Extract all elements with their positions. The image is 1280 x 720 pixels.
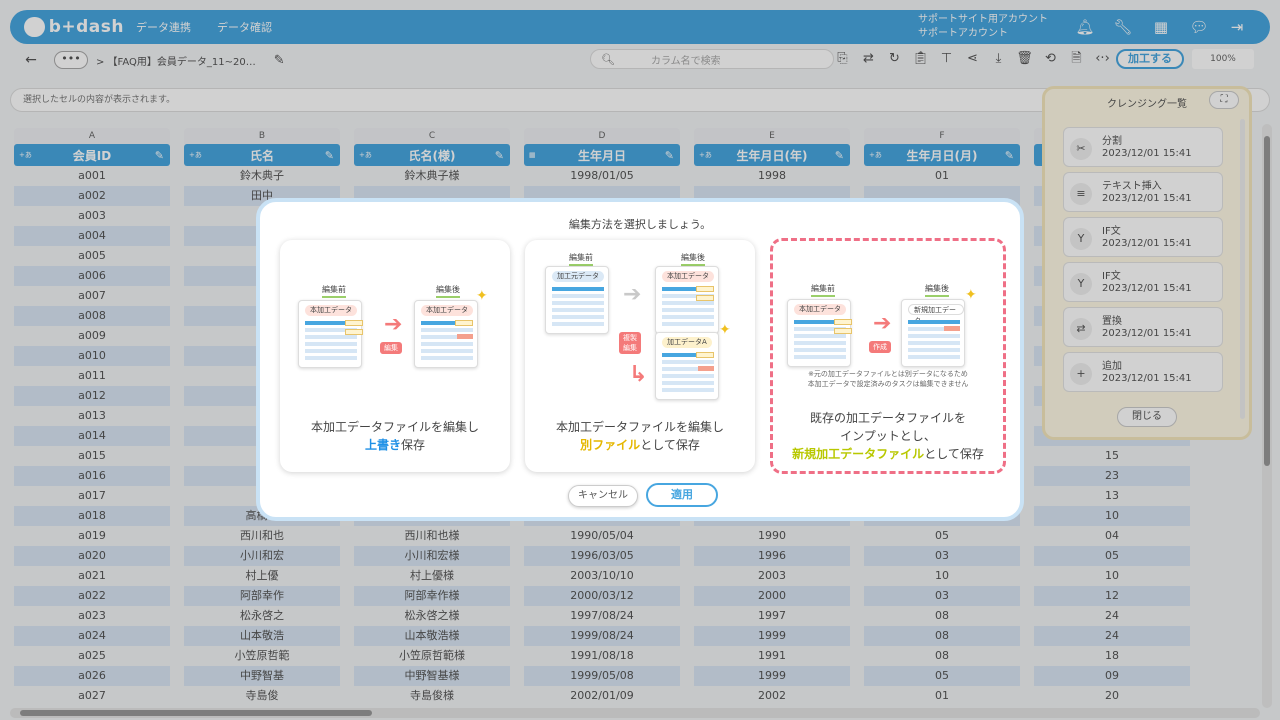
caption-line: 上書き保存 <box>280 436 510 454</box>
caption-highlight: 上書き <box>364 438 401 452</box>
caption-line: 本加工データファイルを編集し <box>555 420 724 434</box>
edit-method-dialog: 編集方法を選択しましょう。 編集前 編集後 本加工データ ➔ 編集 本加工データ… <box>256 198 1024 521</box>
after-label: 編集後 <box>681 252 705 266</box>
sheet-name: 加工元データ <box>552 271 604 282</box>
before-label: 編集前 <box>811 283 835 297</box>
sheet-after: 本加工データ <box>414 300 478 368</box>
sheet-new: 新規加工データ <box>901 299 965 367</box>
option-caption: 本加工データファイルを編集し 上書き保存 <box>280 418 510 454</box>
before-label: 編集前 <box>569 252 593 266</box>
before-label: 編集前 <box>322 284 346 298</box>
note-line: 本加工データで設定済みのタスクは編集できません <box>807 380 969 388</box>
sheet-copy: 加工データA <box>655 332 719 400</box>
caption-suffix: として保存 <box>640 438 700 452</box>
arrow-icon: ➔ <box>623 282 642 307</box>
copy-tag-text: 複製 <box>623 334 637 342</box>
cancel-button[interactable]: キャンセル <box>568 485 638 507</box>
after-label: 編集後 <box>925 283 949 297</box>
create-tag: 作成 <box>869 341 891 353</box>
sheet-after: 本加工データ <box>655 266 719 334</box>
sheet-name: 新規加工データ <box>908 304 964 325</box>
sheet-name: 本加工データ <box>421 305 473 316</box>
option-overwrite-card[interactable]: 編集前 編集後 本加工データ ➔ 編集 本加工データ ✦ 本加工データファイルを… <box>280 240 510 472</box>
sheet-source: 加工元データ <box>545 266 609 334</box>
apply-button[interactable]: 適用 <box>646 483 718 507</box>
sheet-before: 本加工データ <box>787 299 852 367</box>
arrow-down-right-icon: ↳ <box>629 362 648 387</box>
edit-tag: 編集 <box>380 342 402 354</box>
caption-line: 新規加工データファイルとして保存 <box>773 445 1003 463</box>
arrow-icon: ➔ <box>873 311 892 336</box>
sheet-name: 本加工データ <box>305 305 357 316</box>
note-line: ※元の加工データファイルとは別データになるため <box>808 370 968 378</box>
option-caption: 本加工データファイルを編集し 別ファイルとして保存 <box>525 418 755 454</box>
sparkle-icon: ✦ <box>719 322 731 338</box>
caption-highlight: 別ファイル <box>580 438 641 452</box>
arrow-icon: ➔ <box>384 312 403 337</box>
caption-line: 本加工データファイルを編集し <box>310 420 479 434</box>
caption-line: インプットとし、 <box>840 429 936 443</box>
option-caption: 既存の加工データファイルを インプットとし、 新規加工データファイルとして保存 <box>773 409 1003 463</box>
sparkle-icon: ✦ <box>965 287 977 303</box>
caption-line: 既存の加工データファイルを <box>809 411 966 425</box>
caption-highlight: 新規加工データファイル <box>792 447 925 461</box>
sheet-name: 本加工データ <box>662 271 714 282</box>
edit-tag-text: 編集 <box>623 344 637 352</box>
caption-suffix: として保存 <box>924 447 984 461</box>
sheet-before: 本加工データ <box>298 300 363 368</box>
option-new-file-card[interactable]: 編集前 編集後 本加工データ ➔ 作成 新規加工データ ✦ ※元の加工データファ… <box>770 238 1006 474</box>
option-note: ※元の加工データファイルとは別データになるため 本加工データで設定済みのタスクは… <box>773 369 1003 389</box>
sheet-name: 加工データA <box>662 337 712 348</box>
copy-edit-tag: 複製 編集 <box>619 332 641 354</box>
dialog-title: 編集方法を選択しましょう。 <box>568 218 712 231</box>
sparkle-icon: ✦ <box>476 288 488 304</box>
caption-line: 別ファイルとして保存 <box>525 436 755 454</box>
after-label: 編集後 <box>436 284 460 298</box>
sheet-name: 本加工データ <box>794 304 846 315</box>
option-separate-file-card[interactable]: 編集前 編集後 加工元データ ➔ 本加工データ 複製 編集 ↳ 加工データA ✦ … <box>525 240 755 472</box>
caption-suffix: 保存 <box>401 438 426 452</box>
